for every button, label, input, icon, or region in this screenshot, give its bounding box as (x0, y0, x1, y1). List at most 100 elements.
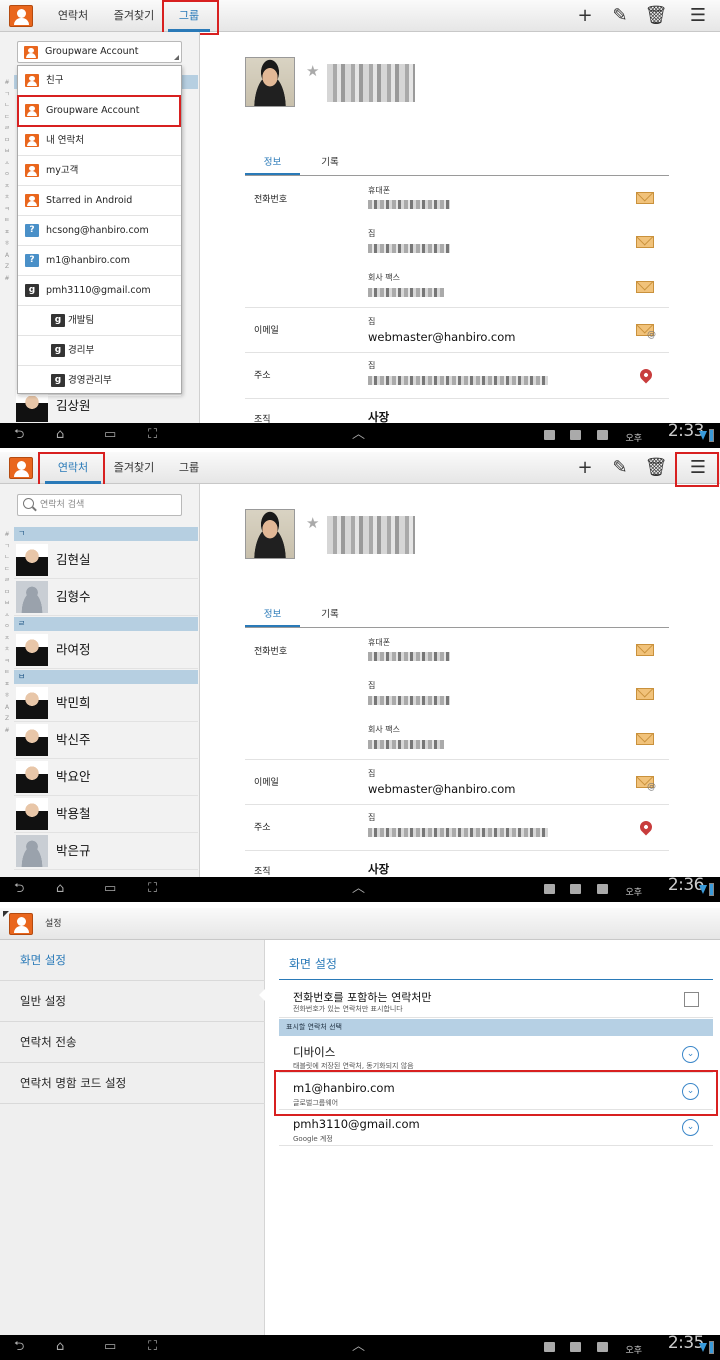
index-letter[interactable]: ㅊ (2, 644, 12, 656)
index-letter[interactable]: ㅁ (2, 135, 12, 147)
group-item[interactable]: Starred in Android (18, 186, 181, 216)
only-phone-row[interactable]: 전화번호를 포함하는 연락처만 전화번호가 있는 연락처만 표시합니다 (279, 982, 713, 1018)
index-letter[interactable]: ㅋ (2, 656, 12, 668)
add-icon[interactable]: + (573, 4, 597, 28)
delete-trash-icon[interactable]: 🗑 (644, 4, 668, 28)
tab-history[interactable]: 기록 (305, 150, 355, 176)
group-item[interactable]: 친구 (18, 66, 181, 96)
add-icon[interactable]: + (573, 456, 597, 480)
display-account-row[interactable]: 디바이스 태블릿에 저장된 연락처, 동기화되지 않음 ⌄ (279, 1037, 713, 1073)
tab-favorites[interactable]: 즐겨찾기 (105, 452, 163, 484)
contacts-app-icon[interactable] (9, 5, 33, 27)
tab-info[interactable]: 정보 (245, 602, 300, 628)
email-value[interactable]: webmaster@hanbiro.com (368, 782, 515, 796)
index-letter[interactable]: ㅎ (2, 690, 12, 702)
index-letter[interactable]: ㄷ (2, 112, 12, 124)
contact-row[interactable]: 라여정 (14, 632, 198, 669)
group-item[interactable]: 내 연락처 (18, 126, 181, 156)
contact-row[interactable]: 박요안 (14, 759, 198, 796)
contact-photo[interactable] (245, 509, 295, 559)
edit-pencil-icon[interactable]: ✎ (608, 456, 632, 480)
index-letter[interactable]: ㄱ (2, 89, 12, 101)
chevron-up-icon[interactable]: ︿ (352, 426, 365, 444)
expand-chevron-icon[interactable]: ⌄ (682, 1046, 699, 1063)
screenshot-icon[interactable]: ⛶ (148, 426, 157, 444)
index-letter[interactable]: ㄹ (2, 123, 12, 135)
group-item[interactable]: ? m1@hanbiro.com (18, 246, 181, 276)
group-item[interactable]: g 개발팀 (18, 306, 181, 336)
contacts-app-icon[interactable] (9, 457, 33, 479)
alphabet-index[interactable]: # ㄱㄴㄷㄹㅁㅂㅅㅇㅈㅊㅋㅌㅍㅎ A Z # (2, 529, 12, 736)
message-icon[interactable] (636, 281, 654, 293)
index-letter[interactable]: ㄱ (2, 541, 12, 553)
chevron-up-icon[interactable]: ︿ (352, 1338, 365, 1356)
index-letter[interactable]: ㅈ (2, 633, 12, 645)
group-account-spinner[interactable]: Groupware Account (17, 41, 182, 63)
alphabet-index[interactable]: # ㄱㄴㄷㄹㅁㅂㅅㅇㅈㅊㅋㅌㅍㅎ A Z # (2, 77, 12, 284)
group-item[interactable]: g 경영관리부 (18, 366, 181, 396)
index-letter[interactable]: ㄷ (2, 564, 12, 576)
index-letter[interactable]: ㅈ (2, 181, 12, 193)
chevron-up-icon[interactable]: ︿ (352, 880, 365, 898)
back-icon[interactable]: ⮌ (14, 880, 24, 898)
index-letter[interactable]: ㅅ (2, 158, 12, 170)
index-letter[interactable]: # (2, 529, 12, 541)
index-letter[interactable]: ㄴ (2, 552, 12, 564)
tab-groups[interactable]: 그룹 (168, 452, 210, 484)
index-letter[interactable]: ㅋ (2, 204, 12, 216)
index-letter[interactable]: ㄴ (2, 100, 12, 112)
back-icon[interactable]: ⮌ (14, 426, 24, 444)
index-letter[interactable]: Z (2, 261, 12, 273)
message-icon[interactable] (636, 192, 654, 204)
settings-category-item[interactable]: 일반 설정 (0, 981, 265, 1022)
menu-icon[interactable]: ☰ (686, 4, 710, 28)
index-letter[interactable]: # (2, 273, 12, 285)
email-value[interactable]: webmaster@hanbiro.com (368, 330, 515, 344)
index-letter[interactable]: A (2, 250, 12, 262)
index-letter[interactable]: A (2, 702, 12, 714)
contact-row[interactable]: 박민희 (14, 685, 198, 722)
index-letter[interactable]: # (2, 725, 12, 737)
edit-pencil-icon[interactable]: ✎ (608, 4, 632, 28)
group-item[interactable]: my고객 (18, 156, 181, 186)
index-letter[interactable]: ㅂ (2, 598, 12, 610)
star-icon[interactable]: ★ (306, 514, 319, 532)
recent-apps-icon[interactable]: ▭ (104, 880, 116, 898)
map-pin-icon[interactable] (637, 818, 655, 836)
index-letter[interactable]: ㄹ (2, 575, 12, 587)
settings-category-item[interactable]: 연락처 명함 코드 설정 (0, 1063, 265, 1104)
home-icon[interactable]: ⌂ (56, 880, 64, 898)
back-icon[interactable]: ⮌ (14, 1338, 24, 1356)
index-letter[interactable]: Z (2, 713, 12, 725)
contact-row[interactable]: 박은규 (14, 833, 198, 870)
index-letter[interactable]: ㅎ (2, 238, 12, 250)
index-letter[interactable]: ㅍ (2, 679, 12, 691)
contact-row[interactable]: 김현실 (14, 542, 198, 579)
recent-apps-icon[interactable]: ▭ (104, 426, 116, 444)
index-letter[interactable]: ㅇ (2, 169, 12, 181)
index-letter[interactable]: ㅂ (2, 146, 12, 158)
index-letter[interactable]: ㅌ (2, 667, 12, 679)
message-icon[interactable] (636, 688, 654, 700)
email-icon[interactable] (636, 324, 656, 340)
index-letter[interactable]: ㅅ (2, 610, 12, 622)
index-letter[interactable]: ㅍ (2, 227, 12, 239)
group-item[interactable]: g 경리부 (18, 336, 181, 366)
tab-favorites[interactable]: 즐겨찾기 (105, 0, 163, 32)
contact-row[interactable]: 박용철 (14, 796, 198, 833)
delete-trash-icon[interactable]: 🗑 (644, 456, 668, 480)
message-icon[interactable] (636, 236, 654, 248)
message-icon[interactable] (636, 733, 654, 745)
home-icon[interactable]: ⌂ (56, 1338, 64, 1356)
star-icon[interactable]: ★ (306, 62, 319, 80)
screenshot-icon[interactable]: ⛶ (148, 1338, 157, 1356)
index-letter[interactable]: # (2, 77, 12, 89)
group-item[interactable]: g pmh3110@gmail.com (18, 276, 181, 306)
expand-chevron-icon[interactable]: ⌄ (682, 1119, 699, 1136)
contact-row[interactable]: 박신주 (14, 722, 198, 759)
group-item[interactable]: ? hcsong@hanbiro.com (18, 216, 181, 246)
index-letter[interactable]: ㅌ (2, 215, 12, 227)
index-letter[interactable]: ㅊ (2, 192, 12, 204)
screenshot-icon[interactable]: ⛶ (148, 880, 157, 898)
map-pin-icon[interactable] (637, 366, 655, 384)
